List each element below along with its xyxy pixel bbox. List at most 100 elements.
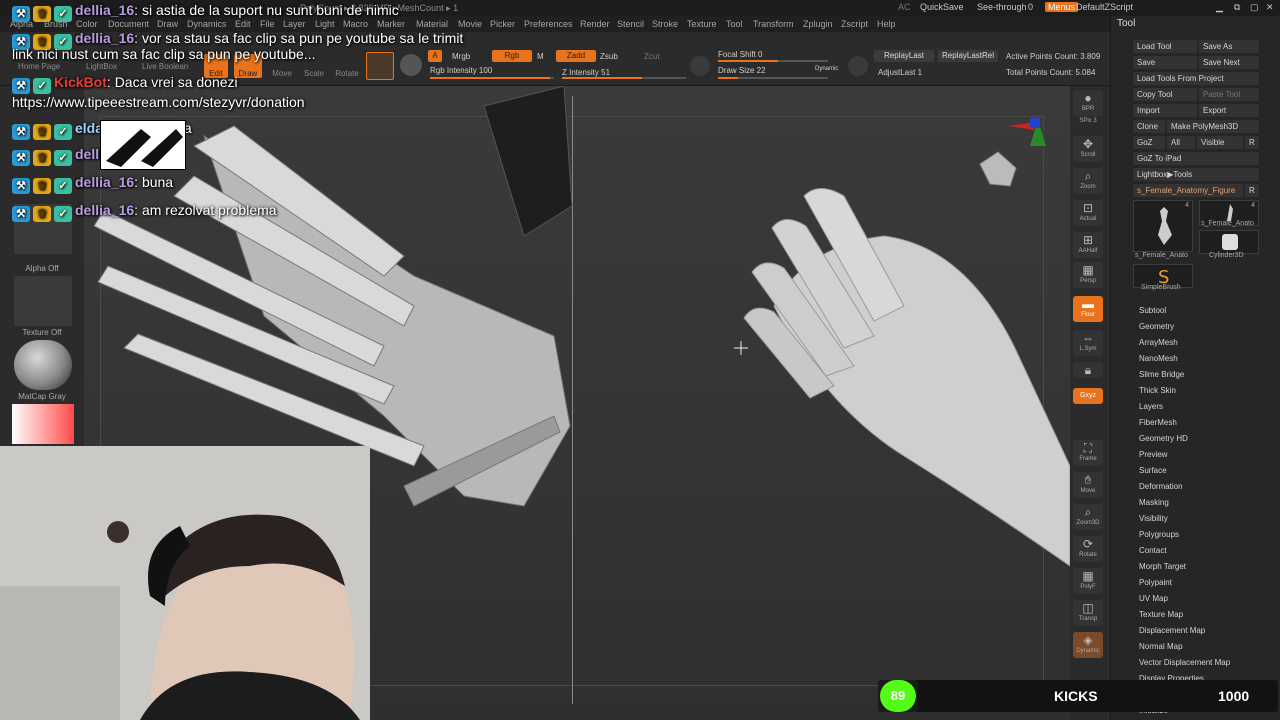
menu-movie[interactable]: Movie	[458, 19, 482, 29]
load-tools-from-project-button[interactable]: Load Tools From Project	[1133, 72, 1259, 85]
clone-button[interactable]: Clone	[1133, 120, 1165, 133]
subpalette-thick-skin[interactable]: Thick Skin	[1139, 386, 1176, 395]
live-boolean-button[interactable]: Live Boolean	[142, 62, 188, 71]
menu-file[interactable]: File	[260, 19, 275, 29]
subpalette-arraymesh[interactable]: ArrayMesh	[1139, 338, 1178, 347]
menu-document[interactable]: Document	[108, 19, 149, 29]
menu-texture[interactable]: Texture	[687, 19, 717, 29]
menu-picker[interactable]: Picker	[490, 19, 515, 29]
focal-shift-slider[interactable]: Focal Shift 0	[718, 50, 762, 59]
subpalette-surface[interactable]: Surface	[1139, 466, 1167, 475]
lsym-button[interactable]: ⇔ L.Sym	[1073, 330, 1103, 356]
goz-all-button[interactable]: All	[1167, 136, 1195, 149]
replaylast-button[interactable]: ReplayLast	[874, 50, 934, 62]
scroll-button[interactable]: ✥ Scroll	[1073, 136, 1103, 162]
menu-stroke[interactable]: Stroke	[652, 19, 678, 29]
subpalette-contact[interactable]: Contact	[1139, 546, 1167, 555]
menus-button[interactable]: Menus	[1045, 2, 1079, 12]
current-tool-name[interactable]: s_Female_Anatomy_Figure	[1133, 184, 1243, 197]
tool-thumb-female-1[interactable]: 4	[1133, 200, 1193, 252]
focal-shift-track[interactable]	[718, 60, 828, 62]
matcap-sphere[interactable]	[14, 340, 72, 390]
quicksave-button[interactable]: QuickSave	[920, 2, 964, 12]
goz-to-ipad-button[interactable]: GoZ To iPad	[1133, 152, 1259, 165]
rotate-view-button[interactable]: ⟳ Rotate	[1073, 536, 1103, 562]
current-tool-r-button[interactable]: R	[1245, 184, 1259, 197]
subpalette-geometry-hd[interactable]: Geometry HD	[1139, 434, 1188, 443]
texture-slot[interactable]	[14, 276, 72, 326]
zcut-button[interactable]: Zcut	[644, 52, 660, 61]
axis-gizmo[interactable]	[1008, 118, 1046, 146]
persp-button[interactable]: ▦ Persp	[1073, 262, 1103, 288]
menu-tool[interactable]: Tool	[726, 19, 743, 29]
menu-dynamics[interactable]: Dynamics	[187, 19, 227, 29]
menu-help[interactable]: Help	[877, 19, 896, 29]
minimize-icon[interactable]: ▁	[1216, 2, 1223, 13]
spix-slider[interactable]: SPix 3	[1073, 118, 1103, 132]
subpalette-normal-map[interactable]: Normal Map	[1139, 642, 1183, 651]
load-tool-button[interactable]: Load Tool	[1133, 40, 1197, 53]
rotate-button[interactable]: Rotate	[333, 54, 361, 78]
export-button[interactable]: Export	[1199, 104, 1259, 117]
gxyz-button[interactable]: Gxyz	[1073, 388, 1103, 404]
solo-button[interactable]: ◈ Dynamic	[1073, 632, 1103, 658]
subpalette-subtool[interactable]: Subtool	[1139, 306, 1166, 315]
menu-layer[interactable]: Layer	[283, 19, 306, 29]
save-as-button[interactable]: Save As	[1199, 40, 1259, 53]
save-button[interactable]: Save	[1133, 56, 1197, 69]
lazy-mouse-icon[interactable]	[690, 56, 710, 76]
draw-size-slider[interactable]: Draw Size 22	[718, 66, 766, 75]
subpalette-morph-target[interactable]: Morph Target	[1139, 562, 1186, 571]
menu-zplugin[interactable]: Zplugin	[803, 19, 833, 29]
save-next-button[interactable]: Save Next	[1199, 56, 1259, 69]
view-cube[interactable]	[979, 151, 1017, 187]
home-page-button[interactable]: Home Page	[18, 62, 60, 71]
bpr-button[interactable]: ● BPR	[1073, 90, 1103, 116]
mrgb-button[interactable]: Mrgb	[452, 52, 470, 61]
default-zscript[interactable]: DefaultZScript	[1076, 2, 1133, 12]
z-intensity-slider[interactable]: Z Intensity 51	[562, 68, 610, 77]
subpalette-slime-bridge[interactable]: Slime Bridge	[1139, 370, 1184, 379]
a-button[interactable]: A	[428, 50, 442, 62]
scale-button[interactable]: Scale	[300, 54, 328, 78]
paste-tool-button[interactable]: Paste Tool	[1199, 88, 1259, 101]
menu-preferences[interactable]: Preferences	[524, 19, 573, 29]
material-swatch[interactable]	[366, 52, 394, 80]
subpalette-texture-map[interactable]: Texture Map	[1139, 610, 1183, 619]
zoom3d-button[interactable]: ⌕ Zoom3D	[1073, 504, 1103, 530]
make-polymesh3d-button[interactable]: Make PolyMesh3D	[1167, 120, 1259, 133]
menu-edit[interactable]: Edit	[235, 19, 251, 29]
m-button[interactable]: M	[537, 52, 544, 61]
menu-marker[interactable]: Marker	[377, 19, 405, 29]
menu-draw[interactable]: Draw	[157, 19, 178, 29]
color-picker[interactable]	[12, 404, 74, 444]
subpalette-masking[interactable]: Masking	[1139, 498, 1169, 507]
replaylastrel-button[interactable]: ReplayLastRel	[938, 50, 998, 62]
import-button[interactable]: Import	[1133, 104, 1197, 117]
dynamic-toggle[interactable]: Dynamic	[815, 66, 838, 72]
rgb-intensity-track[interactable]	[430, 77, 554, 79]
floor-button[interactable]: ▬ Floor	[1073, 296, 1103, 322]
rgb-button[interactable]: Rgb	[492, 50, 532, 62]
zadd-button[interactable]: Zadd	[556, 50, 596, 62]
lightbox-tools-button[interactable]: Lightbox▶Tools	[1133, 168, 1259, 181]
move-button[interactable]: Move	[268, 54, 296, 78]
close-icon[interactable]: ✕	[1266, 2, 1274, 13]
menu-transform[interactable]: Transform	[753, 19, 794, 29]
subpalette-deformation[interactable]: Deformation	[1139, 482, 1183, 491]
draw-button[interactable]: Draw	[234, 54, 262, 78]
lock-button[interactable]: 🔒︎	[1073, 362, 1103, 378]
adjustlast-slider[interactable]: AdjustLast 1	[878, 68, 922, 77]
subpalette-visibility[interactable]: Visibility	[1139, 514, 1168, 523]
subpalette-uv-map[interactable]: UV Map	[1139, 594, 1168, 603]
menu-light[interactable]: Light	[315, 19, 335, 29]
z-intensity-track[interactable]	[562, 77, 686, 79]
rgb-intensity-slider[interactable]: Rgb Intensity 100	[430, 66, 492, 75]
menu-macro[interactable]: Macro	[343, 19, 368, 29]
subpalette-vector-displacement-map[interactable]: Vector Displacement Map	[1139, 658, 1230, 667]
move-view-button[interactable]: ✋︎ Move	[1073, 472, 1103, 498]
goz-r-button[interactable]: R	[1245, 136, 1259, 149]
alpha-slot[interactable]	[14, 204, 72, 254]
copy-tool-button[interactable]: Copy Tool	[1133, 88, 1197, 101]
brush-icon[interactable]	[400, 54, 422, 76]
